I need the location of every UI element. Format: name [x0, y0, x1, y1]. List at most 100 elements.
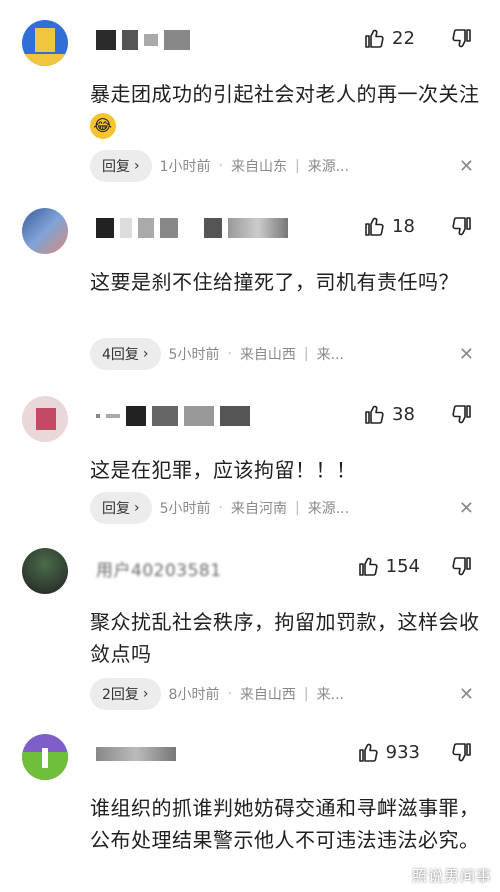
redaction-block [126, 406, 146, 426]
separator: · [227, 686, 232, 702]
comment-meta: 2回复 › 8小时前 · 来自山西 | 来... [90, 678, 344, 710]
redaction-block [184, 406, 214, 426]
username-redacted[interactable] [96, 404, 250, 428]
close-icon[interactable]: ✕ [459, 344, 474, 365]
redaction-block [152, 406, 178, 426]
separator: · [227, 346, 232, 362]
timestamp: 5小时前 [159, 501, 211, 517]
redaction-block [122, 30, 138, 50]
thumbs-down-icon [452, 217, 471, 236]
redaction-block [120, 218, 132, 238]
chevron-right-icon: › [134, 158, 140, 174]
dislike-button[interactable] [450, 741, 474, 769]
location: 来自河南 [230, 501, 287, 517]
dislike-button[interactable] [450, 555, 474, 583]
avatar[interactable] [22, 396, 68, 442]
location: 来自山西 [239, 347, 296, 363]
thumbs-down-icon [452, 405, 471, 424]
avatar-figure [42, 748, 48, 768]
dislike-button[interactable] [450, 27, 474, 55]
like-count: 933 [385, 741, 420, 763]
avatar[interactable] [22, 208, 68, 254]
redaction-block [96, 30, 116, 50]
thumbs-up-icon [358, 743, 378, 762]
dislike-button[interactable] [450, 215, 474, 243]
avatar[interactable] [22, 734, 68, 780]
avatar[interactable] [22, 548, 68, 594]
thumbs-down-icon [452, 29, 471, 48]
source: 来源... [307, 501, 350, 517]
username[interactable]: 用户40203581 [96, 556, 222, 581]
chevron-right-icon: › [134, 500, 140, 516]
like-count: 38 [392, 403, 415, 425]
comment-text: 这是在犯罪，应该拘留！！！ [90, 458, 357, 482]
reply-button[interactable]: 回复 › [90, 150, 152, 182]
avatar-emblem [35, 28, 55, 52]
like-count: 22 [392, 27, 415, 49]
comment-text: 这要是刹不住给撞死了，司机有责任吗？ [90, 270, 459, 294]
watermark: 照说男间事 [411, 867, 492, 885]
source: 来... [316, 347, 344, 363]
separator: · [218, 158, 223, 174]
chevron-right-icon: › [142, 346, 149, 362]
like-button[interactable]: 18 [362, 214, 420, 238]
location: 来自山西 [239, 687, 296, 703]
comment-text: 谁组织的抓谁判她妨碍交通和寻衅滋事罪，公布处理结果警示他人不可违法违法必究。 [90, 796, 480, 852]
reply-button[interactable]: 回复 › [90, 492, 152, 524]
chevron-right-icon: › [142, 686, 149, 702]
comment-meta: 回复 › 5小时前 · 来自河南 | 来源... [90, 492, 349, 524]
separator: | [303, 686, 309, 702]
username-redacted[interactable] [96, 28, 190, 52]
location: 来自山东 [230, 159, 287, 175]
like-button[interactable]: 22 [362, 26, 420, 50]
like-button[interactable]: 154 [356, 554, 420, 578]
redaction-block [96, 747, 176, 761]
redaction-block [184, 218, 198, 238]
avatar[interactable] [22, 20, 68, 66]
thumbs-up-icon [365, 217, 384, 236]
separator: | [294, 500, 300, 516]
reply-button[interactable]: 2回复 › [90, 678, 161, 710]
redaction-block [106, 414, 120, 418]
like-count: 154 [385, 555, 420, 577]
like-button[interactable]: 933 [356, 740, 420, 764]
close-icon[interactable]: ✕ [459, 156, 474, 177]
timestamp: 1小时前 [159, 159, 211, 175]
redaction-block [138, 218, 154, 238]
redaction-block [160, 218, 178, 238]
comment-meta: 4回复 › 5小时前 · 来自山西 | 来... [90, 338, 344, 370]
redaction-block [220, 406, 250, 426]
redaction-block [204, 218, 222, 238]
close-icon[interactable]: ✕ [459, 498, 474, 519]
avatar-figure [36, 408, 56, 430]
dislike-button[interactable] [450, 403, 474, 431]
separator: · [218, 500, 223, 516]
thumbs-up-icon [365, 405, 384, 424]
source: 来源... [307, 159, 350, 175]
username-redacted[interactable] [96, 216, 288, 240]
timestamp: 8小时前 [168, 687, 220, 703]
reply-button[interactable]: 4回复 › [90, 338, 161, 370]
like-button[interactable]: 38 [362, 402, 420, 426]
thumbs-down-icon [452, 743, 471, 762]
redaction-block [96, 218, 114, 238]
separator: | [294, 158, 300, 174]
thumbs-up-icon [358, 557, 378, 576]
like-count: 18 [392, 215, 415, 237]
comment-meta: 回复 › 1小时前 · 来自山东 | 来源... [90, 150, 349, 182]
comment-text: 暴走团成功的引起社会对老人的再一次关注😂 [90, 78, 480, 142]
redaction-block [96, 414, 100, 418]
redaction-block [144, 34, 158, 46]
username-redacted[interactable] [96, 742, 176, 766]
thumbs-up-icon [365, 29, 384, 48]
redaction-block [164, 30, 190, 50]
avatar-stripe [22, 54, 68, 66]
timestamp: 5小时前 [168, 347, 220, 363]
comment-text: 聚众扰乱社会秩序，拘留加罚款，这样会收敛点吗 [90, 610, 480, 666]
thumbs-down-icon [452, 557, 471, 576]
separator: | [303, 346, 309, 362]
source: 来... [316, 687, 344, 703]
redaction-block [228, 218, 288, 238]
close-icon[interactable]: ✕ [459, 684, 474, 705]
laughing-crying-emoji-icon: 😂 [90, 112, 116, 139]
